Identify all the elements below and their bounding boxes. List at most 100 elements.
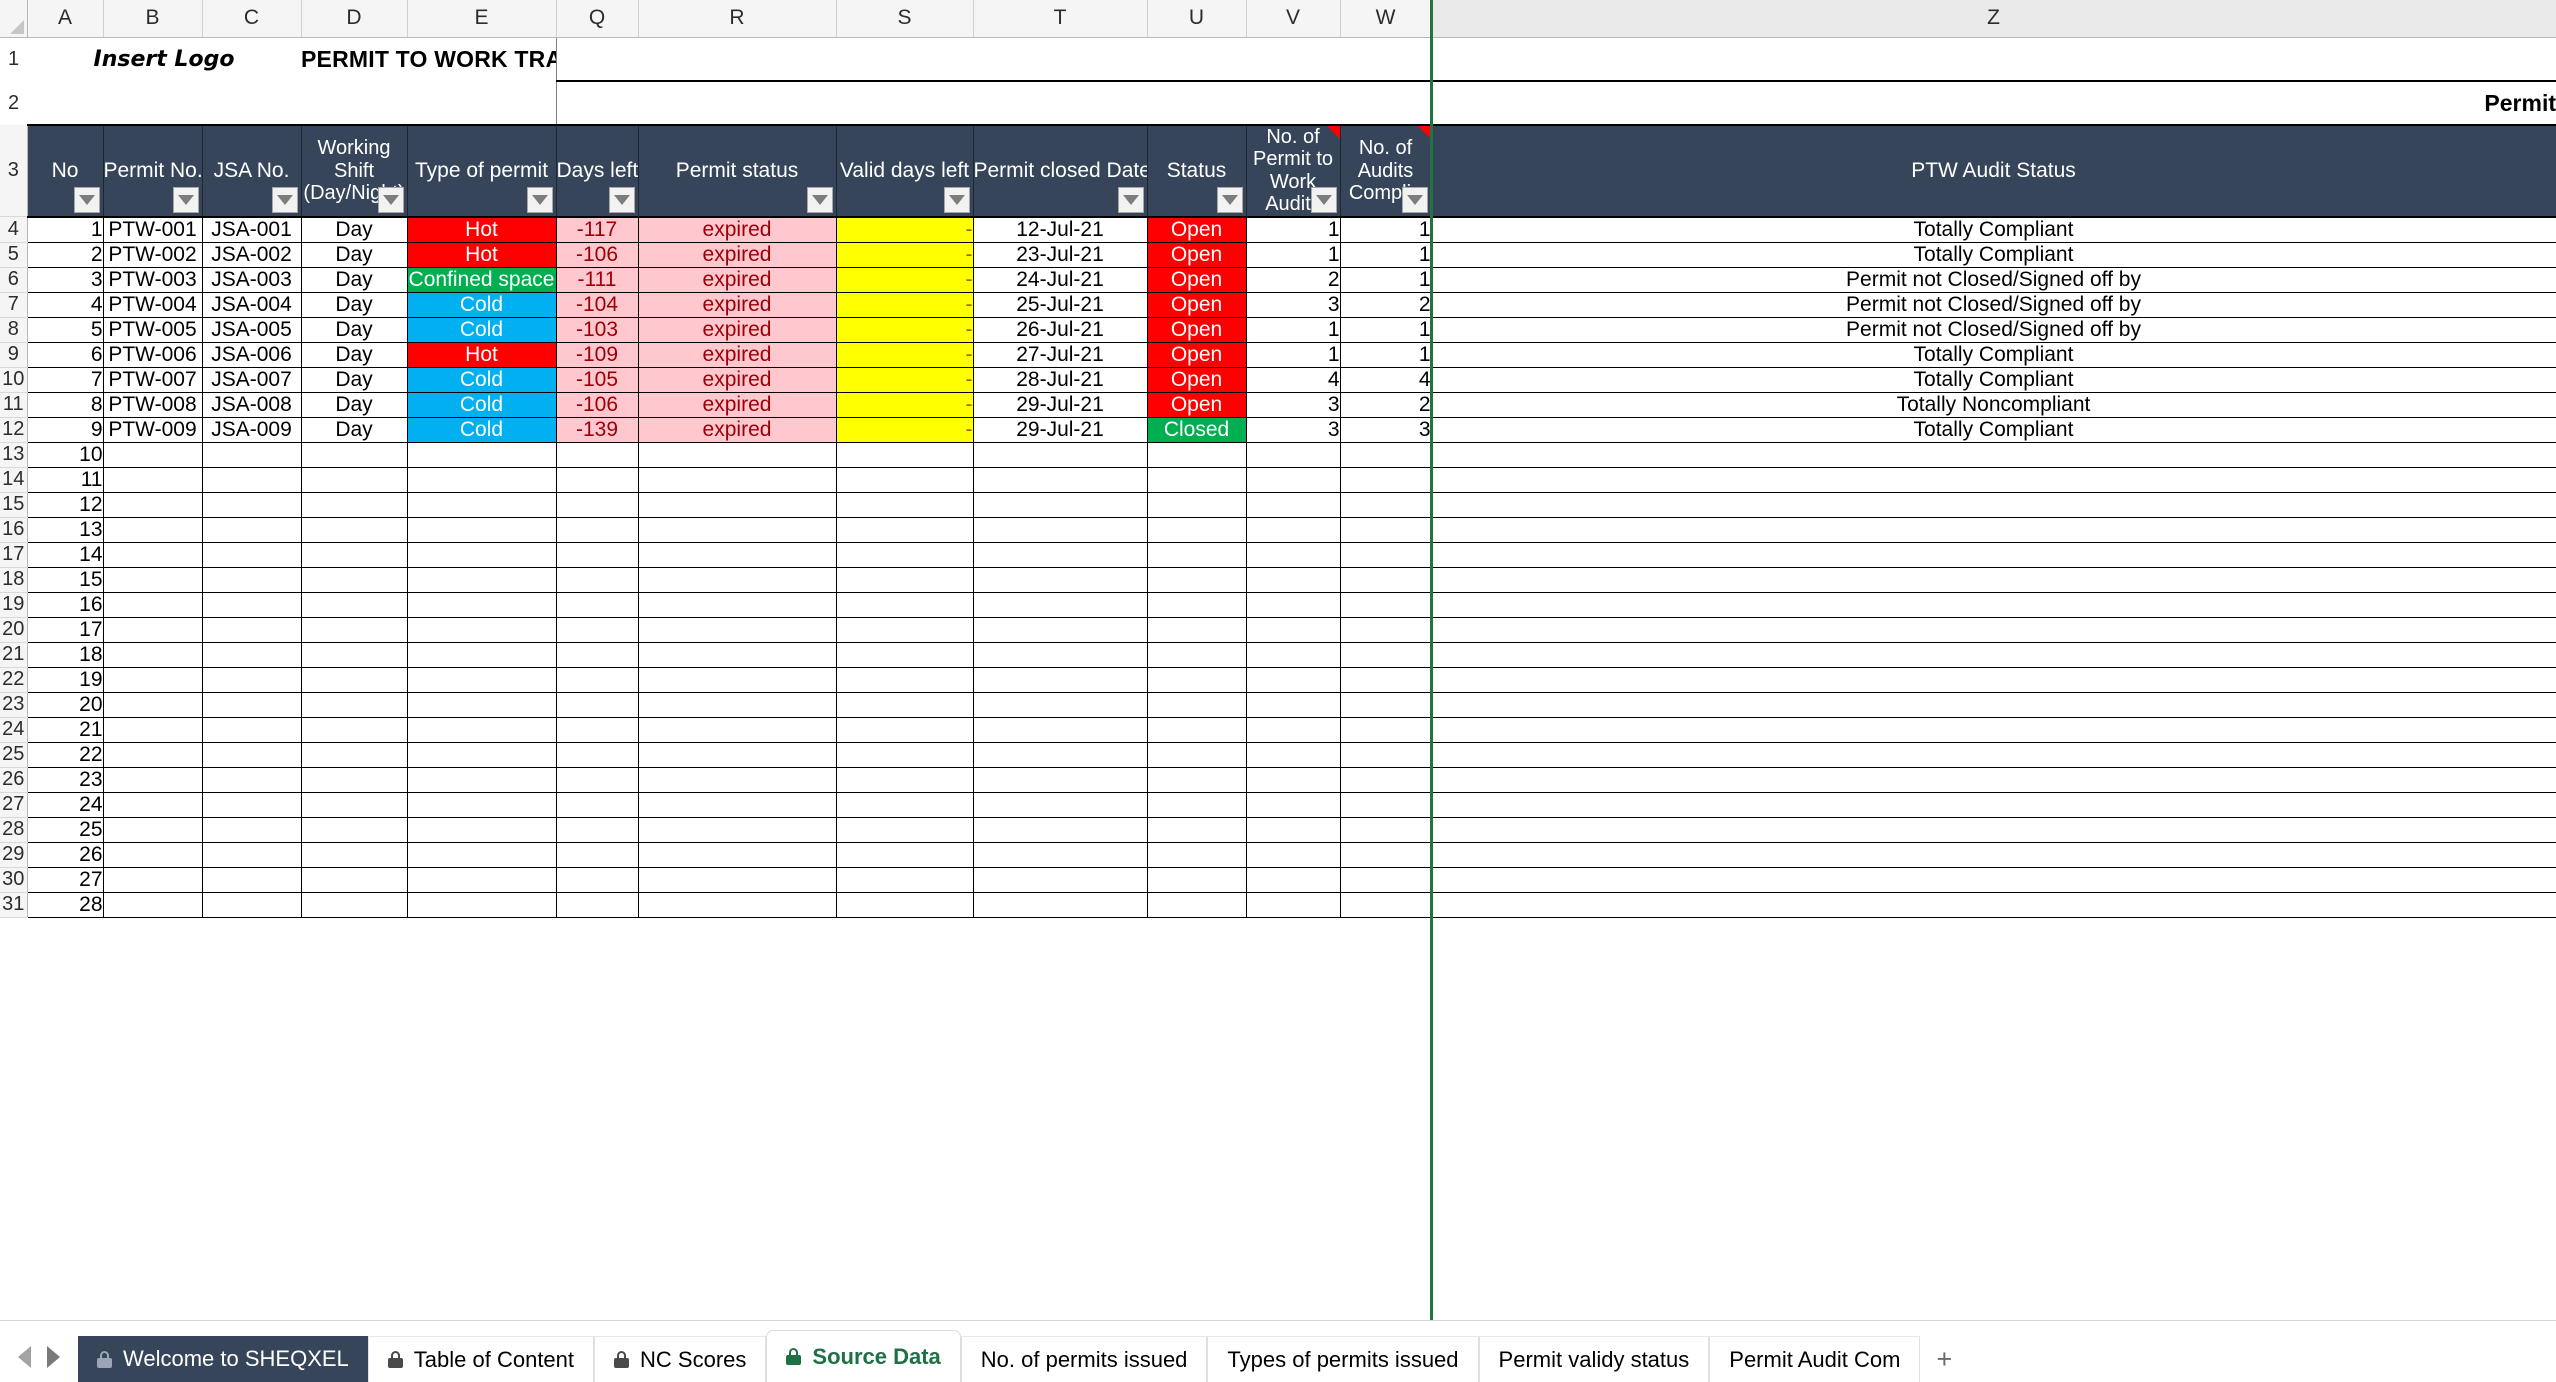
sheet-tab-no-of-permits-issued[interactable]: No. of permits issued bbox=[961, 1336, 1208, 1382]
cell-blank[interactable] bbox=[973, 842, 1147, 867]
cell-no[interactable]: 19 bbox=[27, 667, 103, 692]
row-header-12[interactable]: 12 bbox=[0, 417, 27, 442]
cell-permit_no[interactable]: PTW-005 bbox=[103, 317, 202, 342]
cell-blank[interactable] bbox=[407, 842, 556, 867]
cell-blank[interactable] bbox=[556, 442, 638, 467]
cell-blank[interactable] bbox=[407, 817, 556, 842]
cell-days_left[interactable]: -105 bbox=[556, 367, 638, 392]
table-header-ptw_audit_status[interactable]: PTW Audit Status bbox=[1431, 125, 2556, 217]
table-row-empty[interactable]: 1714 bbox=[0, 542, 2556, 567]
cell-jsa_no[interactable]: JSA-006 bbox=[202, 342, 301, 367]
cell-blank[interactable] bbox=[973, 867, 1147, 892]
cell-jsa_no[interactable]: JSA-002 bbox=[202, 242, 301, 267]
cell-type_of_permit[interactable]: Confined space bbox=[407, 267, 556, 292]
cell-blank[interactable] bbox=[407, 442, 556, 467]
cell-working_shift[interactable]: Day bbox=[301, 392, 407, 417]
row-header-18[interactable]: 18 bbox=[0, 567, 27, 592]
row-header-4[interactable]: 4 bbox=[0, 217, 27, 243]
cell-days_left[interactable]: -106 bbox=[556, 392, 638, 417]
row-header-28[interactable]: 28 bbox=[0, 817, 27, 842]
cell-blank[interactable] bbox=[836, 542, 973, 567]
cell-jsa_no[interactable]: JSA-003 bbox=[202, 267, 301, 292]
cell-no_of_audits_compliance[interactable]: 4 bbox=[1340, 367, 1431, 392]
cell-blank[interactable] bbox=[973, 542, 1147, 567]
cell-blank[interactable] bbox=[103, 617, 202, 642]
cell-blank[interactable] bbox=[836, 667, 973, 692]
cell-blank[interactable] bbox=[836, 792, 973, 817]
table-row-empty[interactable]: 1411 bbox=[0, 467, 2556, 492]
cell-permit_status[interactable]: expired bbox=[638, 217, 836, 243]
filter-dropdown-no[interactable] bbox=[74, 187, 100, 213]
cell-type_of_permit[interactable]: Cold bbox=[407, 417, 556, 442]
cell-status[interactable]: Open bbox=[1147, 342, 1246, 367]
cell-blank[interactable] bbox=[1246, 642, 1340, 667]
cell-no_of_ptw_audits[interactable]: 1 bbox=[1246, 342, 1340, 367]
cell-blank[interactable] bbox=[1147, 742, 1246, 767]
cell-blank[interactable] bbox=[301, 442, 407, 467]
cell-status[interactable]: Open bbox=[1147, 267, 1246, 292]
cell-blank[interactable] bbox=[202, 842, 301, 867]
cell-blank[interactable] bbox=[103, 567, 202, 592]
cell-no[interactable]: 16 bbox=[27, 592, 103, 617]
cell-blank[interactable] bbox=[301, 642, 407, 667]
cell-blank[interactable] bbox=[1340, 442, 1431, 467]
cell-blank[interactable] bbox=[1246, 692, 1340, 717]
cell-blank[interactable] bbox=[638, 892, 836, 917]
row-header-25[interactable]: 25 bbox=[0, 742, 27, 767]
cell-blank[interactable] bbox=[556, 592, 638, 617]
column-header-z[interactable]: Z bbox=[1431, 0, 2556, 37]
cell-blank[interactable] bbox=[638, 492, 836, 517]
cell-no_of_audits_compliance[interactable]: 1 bbox=[1340, 242, 1431, 267]
filter-dropdown-permit_no[interactable] bbox=[173, 187, 199, 213]
cell-blank[interactable] bbox=[1147, 617, 1246, 642]
cell-blank[interactable] bbox=[1431, 617, 2556, 642]
cell-blank[interactable] bbox=[556, 667, 638, 692]
cell-blank[interactable] bbox=[202, 617, 301, 642]
cell-no_of_ptw_audits[interactable]: 1 bbox=[1246, 242, 1340, 267]
row-header-3[interactable]: 3 bbox=[0, 125, 27, 217]
select-all-corner[interactable] bbox=[0, 0, 27, 37]
sheet-tab-table-of-content[interactable]: Table of Content bbox=[368, 1336, 594, 1382]
cell-ptw_audit_status[interactable]: Totally Compliant bbox=[1431, 217, 2556, 243]
cell-no_of_audits_compliance[interactable]: 1 bbox=[1340, 342, 1431, 367]
cell-blank[interactable] bbox=[1431, 567, 2556, 592]
cell-blank[interactable] bbox=[1246, 567, 1340, 592]
cell-no[interactable]: 22 bbox=[27, 742, 103, 767]
cell-blank[interactable] bbox=[202, 442, 301, 467]
cell-blank[interactable] bbox=[973, 817, 1147, 842]
cell-blank[interactable] bbox=[638, 592, 836, 617]
cell-blank[interactable] bbox=[1431, 792, 2556, 817]
cell-blank[interactable] bbox=[556, 742, 638, 767]
cell-blank[interactable] bbox=[1147, 442, 1246, 467]
table-row-empty[interactable]: 1815 bbox=[0, 567, 2556, 592]
cell-no[interactable]: 14 bbox=[27, 542, 103, 567]
cell-blank[interactable] bbox=[1147, 517, 1246, 542]
cell-jsa_no[interactable]: JSA-008 bbox=[202, 392, 301, 417]
cell-blank[interactable] bbox=[973, 567, 1147, 592]
cell-blank[interactable] bbox=[1340, 742, 1431, 767]
row-header-30[interactable]: 30 bbox=[0, 867, 27, 892]
cell-blank[interactable] bbox=[638, 842, 836, 867]
cell-blank[interactable] bbox=[836, 717, 973, 742]
row-header-6[interactable]: 6 bbox=[0, 267, 27, 292]
cell-permit_status[interactable]: expired bbox=[638, 292, 836, 317]
cell-blank[interactable] bbox=[1147, 542, 1246, 567]
cell-blank[interactable] bbox=[556, 542, 638, 567]
sheet-tab-bar[interactable]: Welcome to SHEQXELTable of ContentNC Sco… bbox=[0, 1320, 2556, 1382]
cell-blank[interactable] bbox=[407, 767, 556, 792]
cell-permit_closed_date[interactable]: 26-Jul-21 bbox=[973, 317, 1147, 342]
cell-blank[interactable] bbox=[1431, 517, 2556, 542]
cell-ptw_audit_status[interactable]: Permit not Closed/Signed off by bbox=[1431, 267, 2556, 292]
cell-no_of_audits_compliance[interactable]: 1 bbox=[1340, 217, 1431, 243]
cell-blank[interactable] bbox=[103, 642, 202, 667]
cell-blank[interactable] bbox=[836, 442, 973, 467]
sheet-tabs[interactable]: Welcome to SHEQXELTable of ContentNC Sco… bbox=[78, 1321, 1920, 1382]
cell-blank[interactable] bbox=[103, 517, 202, 542]
cell-no[interactable]: 21 bbox=[27, 717, 103, 742]
row-header-15[interactable]: 15 bbox=[0, 492, 27, 517]
cell-blank[interactable] bbox=[638, 542, 836, 567]
cell-blank[interactable] bbox=[556, 567, 638, 592]
cell-working_shift[interactable]: Day bbox=[301, 292, 407, 317]
cell-blank[interactable] bbox=[407, 742, 556, 767]
cell-permit_no[interactable]: PTW-006 bbox=[103, 342, 202, 367]
